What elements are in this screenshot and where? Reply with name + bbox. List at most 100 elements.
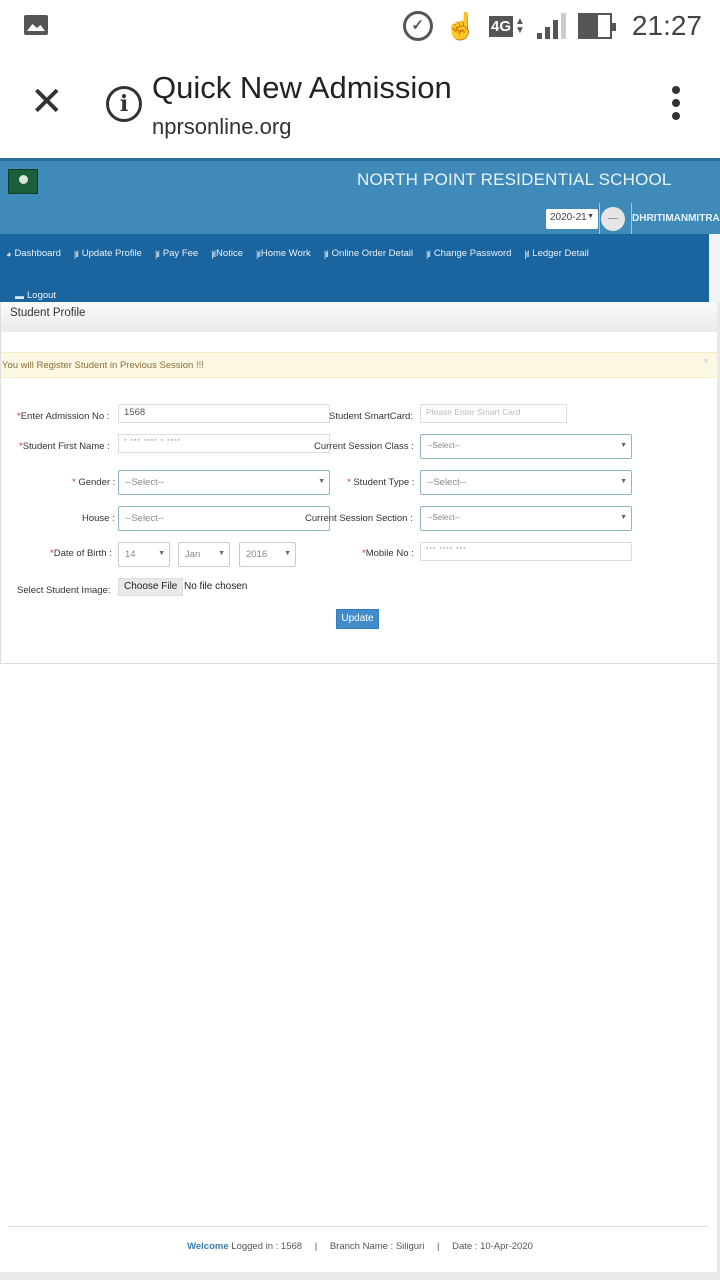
gender-label: * Gender : xyxy=(72,477,116,488)
data-arrows-icon: ▲ ▼ xyxy=(515,16,525,36)
first-name-label: *Student First Name : xyxy=(19,441,110,452)
chevron-down-icon: ▼ xyxy=(158,550,165,557)
student-profile-panel: Student Profile You will Register Studen… xyxy=(0,302,719,664)
coffee-icon: ▬ xyxy=(15,290,24,301)
website: NORTH POINT RESIDENTIAL SCHOOL 2020-21 ▼… xyxy=(0,158,720,1280)
session-value: 2020-21 xyxy=(550,212,587,223)
nav-edge xyxy=(709,234,720,302)
username[interactable]: DHRITIMANMITRA xyxy=(632,213,720,224)
school-logo[interactable] xyxy=(8,169,38,194)
session-select[interactable]: 2020-21 ▼ xyxy=(546,209,598,229)
bottom-bar xyxy=(0,1272,720,1280)
nav-item-update-profile[interactable]: |ıl Update Profile xyxy=(74,248,142,259)
session-section-value: --Select-- xyxy=(427,513,460,522)
chevron-down-icon: ▼ xyxy=(620,478,627,485)
dob-month-value: Jan xyxy=(185,549,201,560)
session-class-value: --Select-- xyxy=(427,441,460,450)
bar-chart-icon: |ıl xyxy=(524,248,529,259)
footer-separator: | xyxy=(314,1241,318,1252)
smartcard-input[interactable]: Please Enter Smart Card xyxy=(420,404,567,423)
nav-item-label: Home Work xyxy=(260,248,311,259)
nav-item-notice[interactable]: |ıl Notice xyxy=(211,248,243,259)
session-class-select[interactable]: --Select-- ▼ xyxy=(420,434,632,459)
mobile-input[interactable]: ▪▪▪ ▪▪▪▪ ▪▪▪ xyxy=(420,542,632,561)
nav-item-home-work[interactable]: |ıl Home Work xyxy=(256,248,311,259)
nav-item-label: Dashboard xyxy=(14,248,61,259)
session-class-label: Current Session Class : xyxy=(314,441,414,452)
bar-chart-icon: |ıl xyxy=(211,248,216,259)
nav-item-pay-fee[interactable]: |ıl Pay Fee xyxy=(155,248,198,259)
student-type-select[interactable]: --Select-- ▼ xyxy=(420,470,632,495)
nav-item-label: Change Password xyxy=(433,248,512,259)
chevron-down-icon: ▼ xyxy=(284,550,291,557)
gender-value: --Select-- xyxy=(125,477,165,488)
file-status: No file chosen xyxy=(184,581,248,592)
divider xyxy=(599,203,600,235)
bar-chart-icon: |ıl xyxy=(73,248,79,259)
chevron-down-icon: ▼ xyxy=(620,514,627,521)
more-options-icon[interactable] xyxy=(672,86,680,120)
dob-year-value: 2016 xyxy=(246,549,268,560)
footer-separator: | xyxy=(436,1241,440,1252)
nav-item-dashboard[interactable]: ◕ Dashboard xyxy=(6,248,61,259)
nav-item-label: Logout xyxy=(27,290,57,301)
touch-icon: ☝ xyxy=(444,10,477,41)
bar-chart-icon: |ıl xyxy=(425,248,431,259)
status-icons: ✓ ☝ 4G ▲ ▼ 21:27 xyxy=(402,8,702,44)
student-type-label: * Student Type : xyxy=(347,477,415,488)
chevron-down-icon: ▼ xyxy=(587,213,594,220)
first-name-input[interactable]: ▪ ▪▪▪ ▪▪▪▪ ▪ ▪▪▪▪ xyxy=(118,434,330,453)
signal-icon xyxy=(536,13,566,39)
footer-divider xyxy=(8,1226,708,1227)
bar-chart-icon: |ıl xyxy=(323,248,329,259)
footer-date: Date : 10-Apr-2020 xyxy=(452,1241,533,1252)
session-section-label: Current Session Section : xyxy=(305,513,413,524)
dashboard-icon: ◕ xyxy=(6,248,12,259)
dob-year-select[interactable]: 2016 ▼ xyxy=(239,542,296,567)
dob-label: *Date of Birth : xyxy=(50,548,112,559)
nav-item-label: Notice xyxy=(216,248,243,259)
page-url[interactable]: nprsonline.org xyxy=(152,114,291,140)
nav-item-logout[interactable]: ▬ Logout xyxy=(15,290,56,301)
house-select[interactable]: --Select-- xyxy=(118,506,330,531)
page-title: Quick New Admission xyxy=(152,70,452,105)
chevron-down-icon: ▼ xyxy=(318,478,325,485)
status-bar: ✓ ☝ 4G ▲ ▼ 21:27 xyxy=(0,0,720,52)
clock: 21:27 xyxy=(631,10,702,41)
nav-item-change-password[interactable]: |ıl Change Password xyxy=(426,248,511,259)
session-section-select[interactable]: --Select-- ▼ xyxy=(420,506,632,531)
admission-no-label: *Enter Admission No : xyxy=(17,411,110,422)
battery-icon xyxy=(577,13,616,39)
alarm-icon: ✓ xyxy=(402,11,433,41)
admission-form: *Enter Admission No : 1568 Student Smart… xyxy=(1,302,719,664)
student-image-label: Select Student Image: xyxy=(17,585,111,596)
dob-day-select[interactable]: 14 ▼ xyxy=(118,542,170,567)
admission-no-input[interactable]: 1568 xyxy=(118,404,330,423)
nav-item-label: Ledger Detail xyxy=(532,248,589,259)
gender-select[interactable]: --Select-- ▼ xyxy=(118,470,330,495)
student-type-value: --Select-- xyxy=(427,477,467,488)
nav-item-ledger-detail[interactable]: |ıl Ledger Detail xyxy=(524,248,588,259)
site-header: NORTH POINT RESIDENTIAL SCHOOL 2020-21 ▼… xyxy=(0,158,720,235)
mobile-label: *Mobile No : xyxy=(362,548,414,559)
smartcard-label: Student SmartCard: xyxy=(329,411,413,422)
nav-item-label: Pay Fee xyxy=(162,248,199,259)
nav-item-label: Update Profile xyxy=(81,248,142,259)
avatar[interactable] xyxy=(601,207,625,231)
main-nav: ◕ Dashboard |ıl Update Profile |ıl Pay F… xyxy=(0,234,709,302)
browser-toolbar: ✕ i Quick New Admission nprsonline.org xyxy=(0,52,720,156)
bar-chart-icon: |ıl xyxy=(255,248,261,259)
house-value: --Select-- xyxy=(125,513,165,524)
info-icon[interactable]: i xyxy=(106,86,142,122)
close-icon[interactable]: ✕ xyxy=(30,82,64,122)
dob-month-select[interactable]: Jan ▼ xyxy=(178,542,230,567)
chevron-down-icon: ▼ xyxy=(620,442,627,449)
nav-item-label: Online Order Detail xyxy=(331,248,413,259)
gallery-icon xyxy=(24,15,48,35)
update-button[interactable]: Update xyxy=(336,609,379,629)
chevron-down-icon: ▼ xyxy=(218,550,225,557)
choose-file-button[interactable]: Choose File xyxy=(118,578,184,596)
nav-item-online-order-detail[interactable]: |ıl Online Order Detail xyxy=(324,248,413,259)
footer: Welcome Logged in : 1568 | Branch Name :… xyxy=(0,1241,720,1252)
house-label: House : xyxy=(82,513,115,524)
